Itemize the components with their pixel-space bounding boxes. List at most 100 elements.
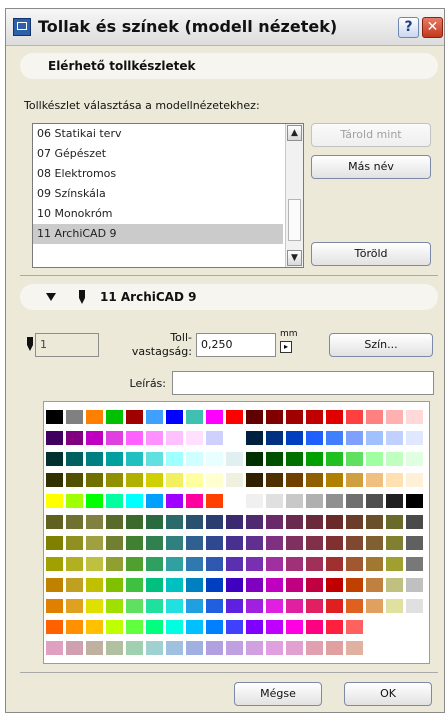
color-swatch[interactable] (225, 493, 244, 509)
color-swatch[interactable] (205, 640, 224, 656)
color-swatch[interactable] (205, 598, 224, 614)
color-swatch[interactable] (45, 619, 64, 635)
color-swatch[interactable] (65, 598, 84, 614)
color-swatch[interactable] (45, 640, 64, 656)
color-swatch[interactable] (365, 493, 384, 509)
color-swatch[interactable] (265, 535, 284, 551)
color-swatch[interactable] (105, 535, 124, 551)
color-swatch[interactable] (365, 556, 384, 572)
color-swatch[interactable] (125, 409, 144, 425)
color-swatch[interactable] (105, 514, 124, 530)
color-swatch[interactable] (125, 577, 144, 593)
color-swatch[interactable] (105, 619, 124, 635)
color-swatch[interactable] (345, 640, 364, 656)
color-swatch[interactable] (185, 535, 204, 551)
color-swatch[interactable] (85, 430, 104, 446)
color-swatch[interactable] (225, 577, 244, 593)
color-swatch[interactable] (145, 535, 164, 551)
color-swatch[interactable] (285, 430, 304, 446)
color-swatch[interactable] (285, 451, 304, 467)
color-swatch[interactable] (45, 577, 64, 593)
color-swatch[interactable] (105, 577, 124, 593)
color-swatch[interactable] (165, 535, 184, 551)
color-swatch[interactable] (345, 472, 364, 488)
color-swatch[interactable] (185, 514, 204, 530)
color-swatch[interactable] (325, 535, 344, 551)
color-swatch[interactable] (365, 409, 384, 425)
color-swatch[interactable] (205, 577, 224, 593)
color-swatch[interactable] (385, 493, 404, 509)
color-swatch[interactable] (185, 556, 204, 572)
color-swatch[interactable] (85, 598, 104, 614)
color-swatch[interactable] (325, 619, 344, 635)
color-swatch[interactable] (325, 640, 344, 656)
color-swatch[interactable] (165, 472, 184, 488)
color-swatch[interactable] (125, 430, 144, 446)
color-swatch[interactable] (205, 514, 224, 530)
color-swatch[interactable] (345, 409, 364, 425)
color-swatch[interactable] (305, 493, 324, 509)
color-swatch[interactable] (165, 493, 184, 509)
pen-set-list-item[interactable]: 09 Színskála (33, 184, 283, 204)
color-swatch[interactable] (325, 430, 344, 446)
color-swatch[interactable] (265, 451, 284, 467)
color-swatch[interactable] (345, 577, 364, 593)
color-swatch[interactable] (245, 451, 264, 467)
color-swatch[interactable] (405, 430, 424, 446)
color-swatch[interactable] (265, 619, 284, 635)
color-swatch[interactable] (245, 577, 264, 593)
color-swatch[interactable] (65, 640, 84, 656)
color-swatch[interactable] (45, 598, 64, 614)
close-button[interactable]: ✕ (422, 17, 443, 38)
color-swatch[interactable] (365, 472, 384, 488)
color-swatch[interactable] (305, 619, 324, 635)
color-swatch[interactable] (205, 409, 224, 425)
color-swatch[interactable] (45, 409, 64, 425)
thickness-input[interactable]: 0,250 (196, 333, 276, 357)
color-swatch[interactable] (265, 514, 284, 530)
color-swatch[interactable] (65, 409, 84, 425)
color-swatch[interactable] (245, 598, 264, 614)
color-swatch[interactable] (405, 472, 424, 488)
color-swatch[interactable] (225, 640, 244, 656)
color-swatch[interactable] (325, 451, 344, 467)
color-palette[interactable] (43, 401, 430, 664)
color-swatch[interactable] (385, 409, 404, 425)
color-swatch[interactable] (305, 640, 324, 656)
color-swatch[interactable] (205, 472, 224, 488)
color-swatch[interactable] (145, 409, 164, 425)
color-swatch[interactable] (145, 640, 164, 656)
color-swatch[interactable] (225, 619, 244, 635)
color-swatch[interactable] (265, 409, 284, 425)
delete-button[interactable]: Töröld (311, 242, 431, 266)
color-swatch[interactable] (265, 493, 284, 509)
color-swatch[interactable] (305, 598, 324, 614)
color-swatch[interactable] (85, 619, 104, 635)
color-swatch[interactable] (185, 430, 204, 446)
color-swatch[interactable] (65, 472, 84, 488)
color-swatch[interactable] (245, 514, 264, 530)
pen-set-list-item[interactable]: 07 Gépészet (33, 144, 283, 164)
color-swatch[interactable] (305, 514, 324, 530)
color-swatch[interactable] (65, 535, 84, 551)
color-swatch[interactable] (185, 619, 204, 635)
color-swatch[interactable] (65, 430, 84, 446)
color-swatch[interactable] (105, 451, 124, 467)
color-swatch[interactable] (145, 430, 164, 446)
color-swatch[interactable] (365, 514, 384, 530)
pen-set-list-item[interactable]: 06 Statikai terv (33, 124, 283, 144)
color-swatch[interactable] (225, 598, 244, 614)
color-swatch[interactable] (245, 535, 264, 551)
color-swatch[interactable] (325, 514, 344, 530)
color-swatch[interactable] (225, 535, 244, 551)
color-swatch[interactable] (85, 493, 104, 509)
color-swatch[interactable] (105, 598, 124, 614)
color-swatch[interactable] (225, 430, 244, 446)
color-swatch[interactable] (245, 556, 264, 572)
color-swatch[interactable] (225, 514, 244, 530)
color-swatch[interactable] (225, 409, 244, 425)
color-swatch[interactable] (145, 598, 164, 614)
color-swatch[interactable] (365, 577, 384, 593)
color-swatch[interactable] (205, 535, 224, 551)
color-swatch[interactable] (345, 535, 364, 551)
